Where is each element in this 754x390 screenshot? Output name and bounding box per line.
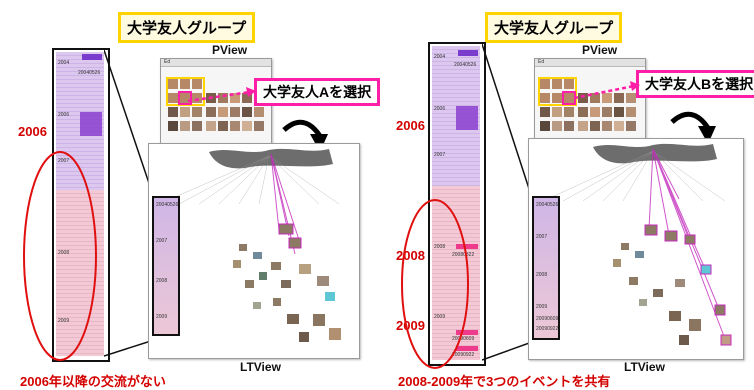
select-label-left: 大学友人Aを選択 [254,78,381,106]
group-label-left: 大学友人グループ [118,12,256,43]
caption-left: 2006年以降の交流がない [20,374,166,389]
pview-label-left: PView [212,43,248,57]
mini-timeline-left[interactable]: 20040526 2007 2008 2009 [152,196,180,336]
event-marker [82,54,102,60]
mini-label: 20040526 [156,202,179,208]
group-label-right: 大学友人グループ [485,12,623,43]
timeline-label: 20040526 [454,62,477,68]
timeline-label: 2007 [434,152,446,158]
timeline-label: 2004 [434,54,446,60]
ltview-window-right[interactable] [528,138,744,360]
ltview-content-right[interactable] [529,139,743,359]
select-label-right: 大学友人Bを選択 [636,70,754,98]
highlight-ellipse-left [23,151,97,361]
mini-label: 2007 [156,238,168,244]
event-marker [80,112,102,136]
pview-title-bar: Ed [161,59,271,67]
mini-timeline-right[interactable]: 20040526 2007 2008 2009 20090609 2009092… [532,196,560,340]
timeline-label: 20040526 [78,70,101,76]
event-marker [458,50,478,56]
mini-label: 2009 [536,304,548,310]
timeline-label: 2006 [58,112,70,118]
timeline-label: 2004 [58,60,70,66]
year-2006-label-right: 2006 [396,118,425,133]
caption-right: 2008-2009年で3つのイベントを共有 [398,374,611,389]
mini-label: 2008 [156,278,168,284]
ltview-label-right: LTView [624,360,665,374]
timeline-label: 2006 [434,106,446,112]
select-arrow-left [187,87,256,103]
ltview-label-left: LTView [240,360,281,374]
mini-label: 20090609 [536,316,559,322]
mini-label: 2009 [156,314,168,320]
ltview-content-left[interactable] [149,144,359,358]
pview-title-bar: Ed [535,59,645,67]
mini-label: 20040526 [536,202,559,208]
select-arrow-right [573,81,640,100]
highlight-ellipse-right [401,199,469,369]
mini-label: 20090922 [536,326,559,332]
pview-label-right: PView [582,43,618,57]
mini-label: 2007 [536,234,548,240]
mini-label: 2008 [536,272,548,278]
event-marker [456,106,478,130]
year-2006-label: 2006 [18,124,47,139]
